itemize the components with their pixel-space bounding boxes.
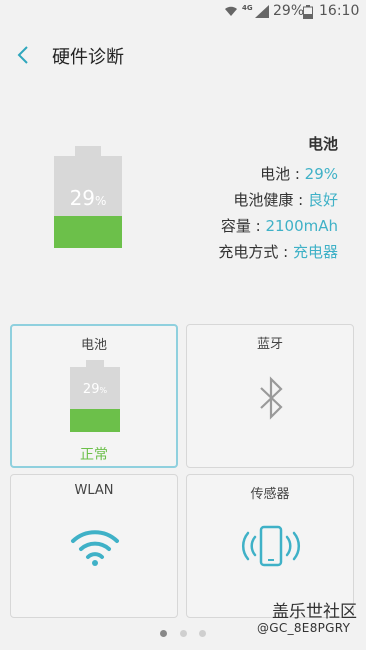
battery-fill xyxy=(54,215,122,248)
tile-sensors-label: 传感器 xyxy=(250,487,290,502)
app-bar: 硬件诊断 xyxy=(0,24,366,88)
page-dot[interactable] xyxy=(160,630,167,637)
battery-tile-percent: 29% xyxy=(82,382,108,397)
battery-capacity-row: 容量 : 2100mAh xyxy=(220,217,338,235)
wifi-icon xyxy=(71,530,119,566)
phone-vibrate-icon xyxy=(241,525,301,567)
bluetooth-icon xyxy=(260,376,283,420)
page-dot[interactable] xyxy=(199,630,206,637)
tile-battery-label: 电池 xyxy=(80,338,107,353)
battery-graphic: 29% xyxy=(54,146,122,248)
battery-status-text: 正常 xyxy=(80,447,108,463)
battery-tile-icon: 29% xyxy=(70,360,120,432)
battery-section-title: 电池 xyxy=(307,135,338,153)
battery-percent: 29% xyxy=(273,3,305,19)
tile-bluetooth-label: 蓝牙 xyxy=(256,337,283,352)
page-dot[interactable] xyxy=(180,630,187,637)
clock: 16:10 xyxy=(319,3,360,19)
wifi-status-icon xyxy=(225,6,237,16)
watermark-handle: @GC_8E8PGRY xyxy=(257,621,351,635)
battery-health-row: 电池健康 : 良好 xyxy=(233,191,338,209)
battery-level-row: 电池 : 29% xyxy=(260,165,338,183)
page-indicator xyxy=(160,630,210,638)
battery-cap xyxy=(75,146,101,156)
battery-graphic-label: 29% xyxy=(69,186,107,210)
tile-wlan[interactable]: WLAN xyxy=(10,474,178,618)
network-type: 4G xyxy=(242,4,253,12)
status-bar: 4G 29% 16:10 xyxy=(0,0,366,24)
watermark-title: 盖乐世社区 xyxy=(272,602,357,622)
tile-battery[interactable]: 电池 29% 正常 xyxy=(10,324,178,468)
back-arrow-icon[interactable] xyxy=(12,43,36,67)
signal-icon xyxy=(255,5,269,18)
battery-tile-fill xyxy=(70,409,120,432)
tile-wlan-label: WLAN xyxy=(74,483,114,498)
tile-bluetooth[interactable]: 蓝牙 xyxy=(186,324,354,468)
charging-method-row: 充电方式 : 充电器 xyxy=(218,243,338,261)
page-title: 硬件诊断 xyxy=(52,47,124,68)
battery-status-icon xyxy=(303,5,313,19)
